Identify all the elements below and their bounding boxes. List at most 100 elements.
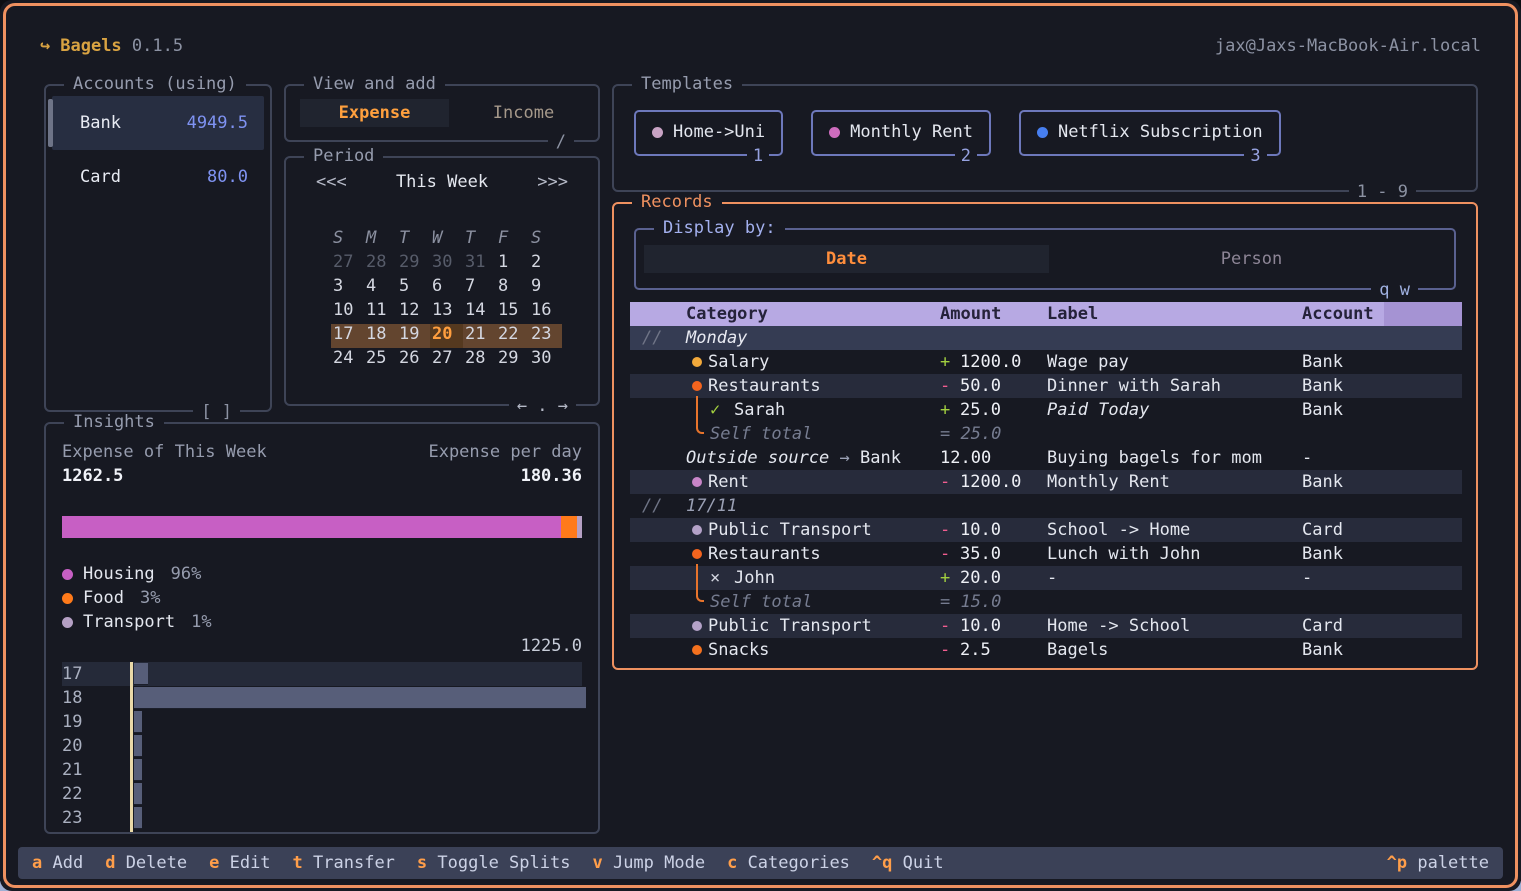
amount-value: 10.0 — [960, 520, 1001, 540]
amount-value: 35.0 — [960, 544, 1001, 564]
period-next-button[interactable]: >>> — [537, 172, 568, 192]
record-row[interactable]: Public Transport-10.0Home -> SchoolCard — [630, 614, 1462, 638]
footer-action-add[interactable]: a Add — [32, 853, 83, 873]
display-by-tab-person[interactable]: Person — [1049, 245, 1454, 273]
calendar-day[interactable]: 24 — [331, 348, 364, 372]
calendar-day[interactable]: 29 — [397, 252, 430, 276]
calendar-day[interactable]: 14 — [463, 300, 496, 324]
template-1[interactable]: Home->Uni1 — [634, 110, 783, 156]
calendar-day[interactable]: 27 — [430, 348, 463, 372]
footer-action-edit[interactable]: e Edit — [209, 853, 270, 873]
tab-income[interactable]: Income — [449, 99, 598, 127]
amount-sign: - — [940, 638, 960, 662]
amount-value: 10.0 — [960, 616, 1001, 636]
display-by-tab-date[interactable]: Date — [644, 245, 1049, 273]
templates-panel: Templates Home->Uni1Monthly Rent2Netflix… — [612, 84, 1478, 192]
record-row[interactable]: Public Transport-10.0School -> HomeCard — [630, 518, 1462, 542]
record-row[interactable]: Self total= 15.0 — [630, 590, 1462, 614]
cell-category: ✓Sarah — [630, 398, 940, 422]
calendar-day[interactable]: 30 — [529, 348, 562, 372]
footer-action-delete[interactable]: d Delete — [105, 853, 187, 873]
row-gutter — [1384, 542, 1462, 566]
footer-action-jump-mode[interactable]: v Jump Mode — [592, 853, 705, 873]
calendar-day[interactable]: 25 — [364, 348, 397, 372]
record-row[interactable]: ✓Sarah+25.0Paid TodayBank — [630, 398, 1462, 422]
account-name: Bank — [80, 113, 187, 133]
template-2[interactable]: Monthly Rent2 — [811, 110, 991, 156]
tab-expense[interactable]: Expense — [300, 99, 449, 127]
weekday-label: W — [430, 228, 463, 252]
record-row[interactable]: Restaurants-50.0Dinner with SarahBank — [630, 374, 1462, 398]
calendar-day[interactable]: 16 — [529, 300, 562, 324]
record-account: Bank — [1302, 400, 1343, 420]
record-row[interactable]: Outside source → Bank12.00Buying bagels … — [630, 446, 1462, 470]
calendar-day[interactable]: 15 — [496, 300, 529, 324]
category-stacked-bar — [62, 516, 582, 538]
footer-action-quit[interactable]: ^q Quit — [872, 853, 944, 873]
calendar-weekday-header: SMTWTFS — [331, 228, 562, 252]
legend-item-transport: Transport1% — [62, 610, 212, 634]
display-by-tabs: DatePerson — [636, 230, 1454, 288]
calendar-day[interactable]: 3 — [331, 276, 364, 300]
record-row[interactable]: Rent-1200.0Monthly RentBank — [630, 470, 1462, 494]
calendar-day[interactable]: 7 — [463, 276, 496, 300]
calendar-day[interactable]: 27 — [331, 252, 364, 276]
calendar-day[interactable]: 4 — [364, 276, 397, 300]
calendar-day[interactable]: 8 — [496, 276, 529, 300]
amount-sign: + — [940, 398, 960, 422]
calendar-week: 272829303112 — [331, 252, 562, 276]
record-row[interactable]: Salary+1200.0Wage payBank — [630, 350, 1462, 374]
record-group-row[interactable]: //17/11 — [630, 494, 1462, 518]
calendar-day[interactable]: 31 — [463, 252, 496, 276]
footer-action-toggle-splits[interactable]: s Toggle Splits — [417, 853, 571, 873]
period-prev-button[interactable]: <<< — [316, 172, 347, 192]
calendar-day[interactable]: 21 — [463, 324, 496, 348]
stackbar-segment-transport — [577, 516, 582, 538]
cell-category: Public Transport — [630, 614, 940, 638]
calendar-day[interactable]: 29 — [496, 348, 529, 372]
app-title: ↪Bagels 0.1.5 — [40, 36, 183, 56]
calendar-day[interactable]: 23 — [529, 324, 562, 348]
chart-row-day-20: 20 — [62, 734, 582, 758]
calendar-day[interactable]: 5 — [397, 276, 430, 300]
chart-day-label: 17 — [62, 664, 98, 684]
record-row[interactable]: Restaurants-35.0Lunch with JohnBank — [630, 542, 1462, 566]
legend-item-food: Food3% — [62, 586, 212, 610]
record-row[interactable]: ×John+20.0-- — [630, 566, 1462, 590]
template-3[interactable]: Netflix Subscription3 — [1019, 110, 1281, 156]
chart-row-day-18: 18 — [62, 686, 582, 710]
cell-account — [1302, 494, 1384, 518]
calendar-day[interactable]: 1 — [496, 252, 529, 276]
calendar-day[interactable]: 19 — [397, 324, 430, 348]
calendar-day[interactable]: 26 — [397, 348, 430, 372]
amount-sign: - — [940, 614, 960, 638]
account-item-bank[interactable]: Bank4949.5 — [52, 96, 264, 150]
cell-category: Salary — [630, 350, 940, 374]
record-row[interactable]: Self total= 25.0 — [630, 422, 1462, 446]
calendar-day[interactable]: 11 — [364, 300, 397, 324]
calendar-day[interactable]: 10 — [331, 300, 364, 324]
footer-action-categories[interactable]: c Categories — [727, 853, 850, 873]
calendar-day[interactable]: 6 — [430, 276, 463, 300]
calendar-day[interactable]: 12 — [397, 300, 430, 324]
record-row[interactable]: Snacks-2.5BagelsBank — [630, 638, 1462, 662]
footer-action-transfer[interactable]: t Transfer — [293, 853, 395, 873]
calendar-day[interactable]: 28 — [463, 348, 496, 372]
calendar-day-selected[interactable]: 20 — [430, 324, 463, 348]
calendar-day[interactable]: 30 — [430, 252, 463, 276]
cell-account: - — [1302, 446, 1384, 470]
row-gutter — [1384, 566, 1462, 590]
calendar-day[interactable]: 18 — [364, 324, 397, 348]
record-group-row[interactable]: //Monday — [630, 326, 1462, 350]
calendar-day[interactable]: 28 — [364, 252, 397, 276]
account-item-card[interactable]: Card80.0 — [46, 150, 270, 204]
footer-action-palette[interactable]: ^p palette — [1387, 853, 1489, 873]
calendar-day[interactable]: 9 — [529, 276, 562, 300]
calendar-day[interactable]: 13 — [430, 300, 463, 324]
chart-bar — [134, 687, 586, 709]
row-gutter — [1384, 374, 1462, 398]
calendar-day[interactable]: 17 — [331, 324, 364, 348]
calendar-day[interactable]: 2 — [529, 252, 562, 276]
calendar-day[interactable]: 22 — [496, 324, 529, 348]
hostname-label: jax@Jaxs-MacBook-Air.local — [1215, 36, 1481, 56]
